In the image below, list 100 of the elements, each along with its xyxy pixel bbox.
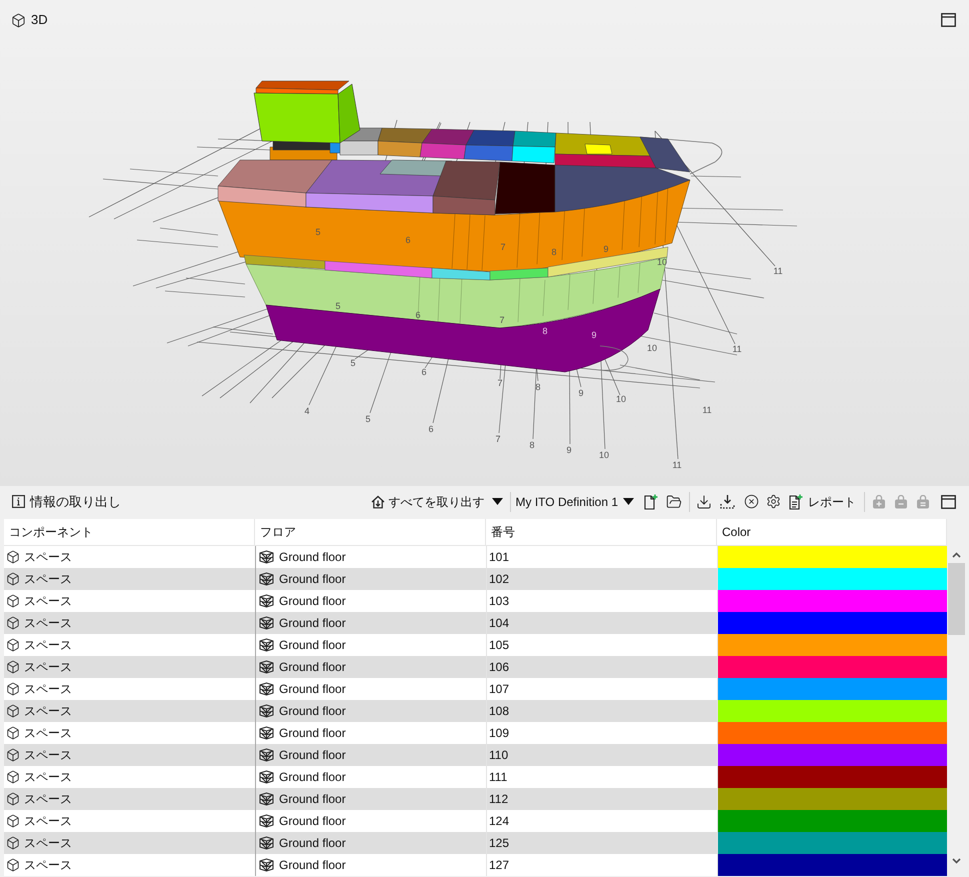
cube-icon — [6, 814, 20, 828]
grid-label: 7 — [498, 378, 502, 388]
wireframe-icon — [259, 726, 274, 740]
column-header[interactable]: Color — [717, 519, 947, 545]
cube-icon — [6, 836, 20, 850]
grid-label: 9 — [592, 330, 596, 340]
wireframe-icon — [259, 770, 274, 784]
table-row[interactable]: スペース Ground floor 112 — [4, 788, 947, 810]
table-cell-text: Ground floor — [279, 857, 346, 874]
table-cell-text: スペース — [24, 681, 72, 698]
grid-label: 6 — [416, 310, 420, 320]
table-row[interactable]: スペース Ground floor 111 — [4, 766, 947, 788]
table-row[interactable]: スペース Ground floor 103 — [4, 590, 947, 612]
table-row[interactable]: スペース Ground floor 125 — [4, 832, 947, 854]
settings-icon[interactable] — [766, 494, 781, 509]
cube-icon — [6, 616, 20, 630]
grid-label: 11 — [773, 266, 783, 276]
table-cell-text: Ground floor — [279, 681, 346, 698]
column-header[interactable]: コンポーネント — [4, 519, 255, 545]
table-cell-text: Ground floor — [279, 659, 346, 676]
extract-all-button[interactable]: すべてを取り出す — [370, 490, 503, 514]
grid-label: 7 — [500, 315, 504, 325]
table-row[interactable]: スペース Ground floor 109 — [4, 722, 947, 744]
table-cell-text: スペース — [24, 571, 72, 588]
table-cell-text: スペース — [24, 637, 72, 654]
table-cell: 127 — [486, 854, 717, 876]
table-row[interactable]: スペース Ground floor 101 — [4, 546, 947, 568]
table-cell-text: Ground floor — [279, 637, 346, 654]
table-cell-text: Ground floor — [279, 813, 346, 830]
maximize-icon[interactable] — [941, 494, 956, 508]
table-cell-text: Ground floor — [279, 725, 346, 742]
table-cell-text: スペース — [24, 835, 72, 852]
download-icon[interactable] — [696, 494, 712, 510]
folder-icon[interactable] — [666, 494, 682, 510]
cube-icon — [6, 572, 20, 586]
table-row[interactable]: スペース Ground floor 102 — [4, 568, 947, 590]
table-cell-text: Ground floor — [279, 615, 346, 632]
cube-icon — [6, 682, 20, 696]
cube-icon — [6, 638, 20, 652]
table-row[interactable]: スペース Ground floor 110 — [4, 744, 947, 766]
new-file-icon[interactable] — [643, 494, 658, 510]
wireframe-icon — [259, 858, 274, 872]
panel-title: 情報の取り出し — [30, 492, 121, 511]
wireframe-icon — [259, 616, 274, 630]
column-header[interactable]: 番号 — [486, 519, 717, 545]
close-circle-icon[interactable] — [744, 494, 759, 509]
definition-dropdown[interactable]: My ITO Definition 1 — [516, 490, 634, 514]
report-button[interactable]: レポート — [788, 490, 856, 514]
maximize-icon[interactable] — [941, 13, 956, 27]
download-dotted-icon[interactable] — [720, 494, 735, 509]
cube-icon — [11, 12, 26, 28]
table-cell-text: Ground floor — [279, 703, 346, 720]
wireframe-icon — [259, 572, 274, 586]
table-row[interactable]: スペース Ground floor 105 — [4, 634, 947, 656]
table-row[interactable]: スペース Ground floor 108 — [4, 700, 947, 722]
caret-icon — [623, 498, 634, 505]
wireframe-icon — [259, 638, 274, 652]
table-cell-text: Ground floor — [279, 549, 346, 566]
table-cell-text: Ground floor — [279, 593, 346, 610]
caret-icon — [492, 498, 503, 505]
scroll-thumb[interactable] — [948, 563, 964, 635]
grid-label: 6 — [406, 235, 410, 245]
grid-label: 8 — [536, 382, 540, 392]
cube-icon — [6, 770, 20, 784]
table-row[interactable]: スペース Ground floor 104 — [4, 612, 947, 634]
grid-label: 10 — [647, 343, 657, 353]
grid-label: 7 — [500, 242, 506, 252]
table-cell-text: Ground floor — [279, 571, 346, 588]
table-row[interactable]: スペース Ground floor 106 — [4, 656, 947, 678]
document-plus-icon — [788, 494, 803, 510]
table-row[interactable]: スペース Ground floor 124 — [4, 810, 947, 832]
wireframe-icon — [259, 682, 274, 696]
scroll-up-icon[interactable] — [952, 552, 960, 558]
table-cell-text: スペース — [24, 769, 72, 786]
scroll-down-icon[interactable] — [952, 858, 960, 864]
cube-icon — [6, 660, 20, 674]
cube-icon — [6, 594, 20, 608]
table-cell-text: スペース — [24, 747, 72, 764]
wireframe-icon — [259, 550, 274, 564]
table-cell-text: スペース — [24, 703, 72, 720]
table-cell-text: スペース — [24, 857, 72, 874]
grid-label: 11 — [672, 460, 682, 470]
table-row[interactable]: スペース Ground floor 107 — [4, 678, 947, 700]
table-cell-text: Ground floor — [279, 747, 346, 764]
wireframe-icon — [259, 704, 274, 718]
cube-icon — [6, 550, 20, 564]
info-icon — [12, 495, 25, 508]
table-cell-text: スペース — [24, 615, 72, 632]
column-header[interactable]: フロア — [255, 519, 486, 545]
table-cell-text: スペース — [24, 813, 72, 830]
table-cell-text: Ground floor — [279, 791, 346, 808]
grid-label: 10 — [616, 394, 626, 404]
cube-icon — [6, 858, 20, 872]
table-cell-text: スペース — [24, 593, 72, 610]
grid-label: 5 — [336, 301, 340, 311]
grid-label: 5 — [366, 414, 370, 424]
grid-label: 11 — [702, 405, 712, 415]
cube-icon — [6, 748, 20, 762]
table-row[interactable]: スペース Ground floor 127 — [4, 854, 947, 876]
table-cell-text: スペース — [24, 659, 72, 676]
